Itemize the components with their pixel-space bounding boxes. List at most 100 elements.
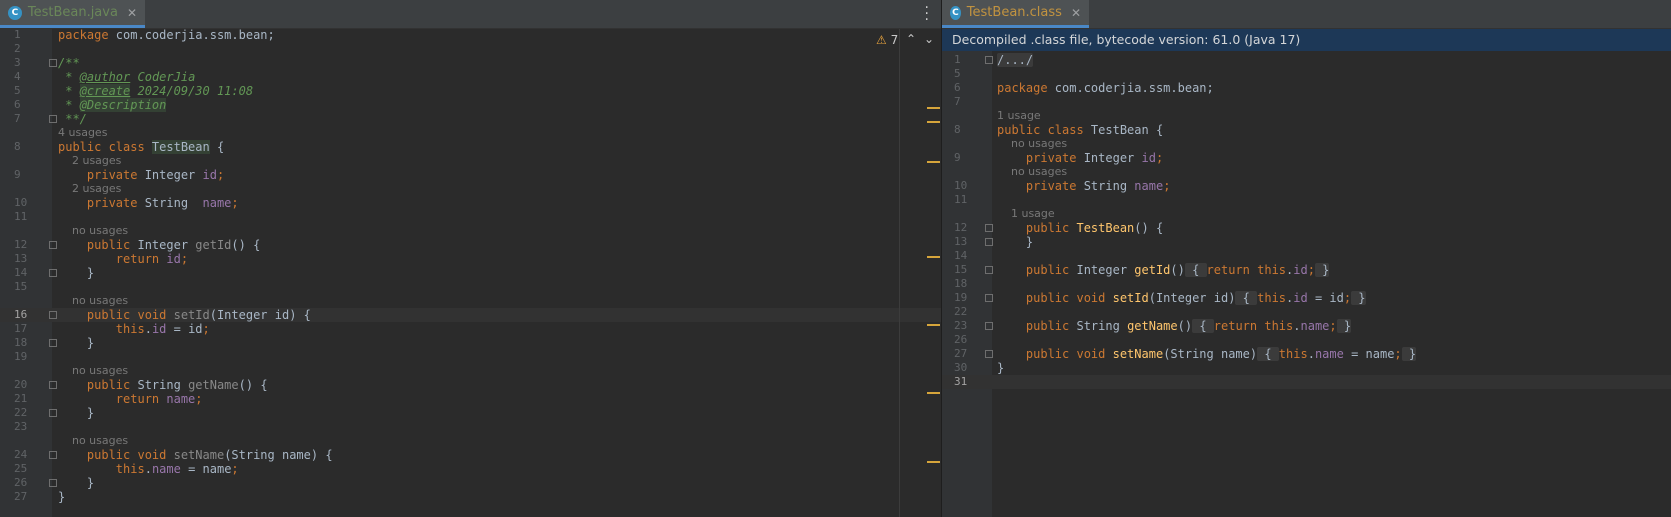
code-line[interactable]: 2 (0, 42, 941, 56)
usages-hint[interactable]: no usages (58, 434, 128, 448)
code-line[interactable]: 7 **/ (0, 112, 941, 126)
code-line[interactable]: 14 } (0, 266, 941, 280)
usages-hint[interactable]: no usages (58, 364, 128, 378)
usages-hint[interactable]: no usages (58, 224, 128, 238)
code-line[interactable]: 12 public TestBean() { (942, 221, 1671, 235)
warning-marker[interactable] (927, 392, 940, 394)
usages-hint[interactable]: 1 usage (997, 109, 1041, 123)
code-area[interactable]: 1 /.../ 5 6 package com.coderjia.ssm.bean; 7 1… (942, 53, 1671, 389)
tab-testbean-java[interactable]: C TestBean.java ✕ (0, 0, 145, 28)
code-line[interactable]: 12 public Integer getId() { (0, 238, 941, 252)
code-line[interactable]: 8 public class TestBean { (942, 123, 1671, 137)
fold-toggle-icon[interactable] (985, 322, 993, 330)
fold-toggle-icon[interactable] (985, 238, 993, 246)
warning-marker[interactable] (927, 256, 940, 258)
fold-toggle-icon[interactable] (49, 269, 57, 277)
usages-hint[interactable]: 4 usages (58, 126, 107, 140)
code-line[interactable]: 6 package com.coderjia.ssm.bean; (942, 81, 1671, 95)
inlay-usages-hint[interactable]: 2 usages (0, 154, 941, 168)
code-line[interactable]: 15 public Integer getId() { return this.… (942, 263, 1671, 277)
usages-hint[interactable]: no usages (58, 294, 128, 308)
inlay-usages-hint[interactable]: 2 usages (0, 182, 941, 196)
fold-toggle-icon[interactable] (49, 59, 57, 67)
code-line[interactable]: 24 public void setName(String name) { (0, 448, 941, 462)
scrollbar[interactable] (899, 29, 900, 517)
code-line[interactable]: 22 } (0, 406, 941, 420)
warning-marker[interactable] (927, 461, 940, 463)
code-line[interactable]: 3 /** (0, 56, 941, 70)
code-line[interactable]: 18 } (0, 336, 941, 350)
code-line[interactable]: 11 (942, 193, 1671, 207)
usages-hint[interactable]: 2 usages (58, 154, 121, 168)
code-line[interactable]: 23 (0, 420, 941, 434)
code-line[interactable]: 15 (0, 280, 941, 294)
chevron-up-icon[interactable]: ⌃ (906, 32, 916, 46)
code-line[interactable]: 23 public String getName() { return this… (942, 319, 1671, 333)
inlay-usages-hint[interactable]: no usages (942, 165, 1671, 179)
code-line[interactable]: 26 (942, 333, 1671, 347)
code-line[interactable]: 5 (942, 67, 1671, 81)
code-line[interactable]: 16 public void setId(Integer id) { (0, 308, 941, 322)
code-line[interactable]: 19 (0, 350, 941, 364)
code-line[interactable]: 7 (942, 95, 1671, 109)
code-line[interactable]: 11 (0, 210, 941, 224)
fold-toggle-icon[interactable] (49, 115, 57, 123)
inlay-usages-hint[interactable]: no usages (942, 137, 1671, 151)
fold-toggle-icon[interactable] (985, 224, 993, 232)
inlay-usages-hint[interactable]: no usages (0, 434, 941, 448)
usages-hint[interactable]: 2 usages (58, 182, 121, 196)
code-line[interactable]: 10 private String name; (942, 179, 1671, 193)
inlay-usages-hint[interactable]: no usages (0, 294, 941, 308)
inlay-usages-hint[interactable]: no usages (0, 364, 941, 378)
usages-hint[interactable]: 1 usage (997, 207, 1055, 221)
code-line[interactable]: 26 } (0, 476, 941, 490)
code-line[interactable]: 10 private String name; (0, 196, 941, 210)
warning-marker[interactable] (927, 161, 940, 163)
inlay-usages-hint[interactable]: 1 usage (942, 109, 1671, 123)
warning-marker[interactable] (927, 121, 940, 123)
fold-toggle-icon[interactable] (49, 339, 57, 347)
code-line[interactable]: 5 * @create 2024/09/30 11:08 (0, 84, 941, 98)
fold-toggle-icon[interactable] (49, 311, 57, 319)
inlay-usages-hint[interactable]: no usages (0, 224, 941, 238)
usages-hint[interactable]: no usages (997, 165, 1067, 179)
inlay-usages-hint[interactable]: 4 usages (0, 126, 941, 140)
code-line[interactable]: 30} (942, 361, 1671, 375)
fold-toggle-icon[interactable] (985, 56, 993, 64)
code-line[interactable]: 17 this.id = id; (0, 322, 941, 336)
code-line[interactable]: 4 * @author CoderJia (0, 70, 941, 84)
code-line[interactable]: 31 (942, 375, 1671, 389)
code-area[interactable]: 1 package com.coderjia.ssm.bean; 2 3/** 4 * … (0, 28, 941, 504)
fold-toggle-icon[interactable] (49, 479, 57, 487)
close-icon[interactable]: ✕ (1071, 6, 1081, 20)
code-line[interactable]: 18 (942, 277, 1671, 291)
code-line[interactable]: 21 return name; (0, 392, 941, 406)
code-line[interactable]: 27 public void setName(String name) { th… (942, 347, 1671, 361)
inspection-widget[interactable]: ⚠ 7 (876, 33, 898, 47)
fold-toggle-icon[interactable] (49, 381, 57, 389)
fold-toggle-icon[interactable] (49, 409, 57, 417)
code-line[interactable]: 19 public void setId(Integer id) { this.… (942, 291, 1671, 305)
code-line[interactable]: 20 public String getName() { (0, 378, 941, 392)
code-line[interactable]: 27} (0, 490, 941, 504)
usages-hint[interactable]: no usages (997, 137, 1067, 151)
warning-marker[interactable] (927, 107, 940, 109)
fold-toggle-icon[interactable] (985, 294, 993, 302)
code-line[interactable]: 6 * @Description (0, 98, 941, 112)
chevron-down-icon[interactable]: ⌄ (924, 32, 934, 46)
close-icon[interactable]: ✕ (127, 6, 137, 20)
code-line[interactable]: 14 (942, 249, 1671, 263)
more-options-icon[interactable]: · · · (925, 1, 929, 27)
code-line[interactable]: 13 return id; (0, 252, 941, 266)
code-line[interactable]: 22 (942, 305, 1671, 319)
code-line[interactable]: 9 private Integer id; (0, 168, 941, 182)
inlay-usages-hint[interactable]: 1 usage (942, 207, 1671, 221)
fold-toggle-icon[interactable] (49, 451, 57, 459)
fold-toggle-icon[interactable] (985, 350, 993, 358)
code-line[interactable]: 1 package com.coderjia.ssm.bean; (0, 28, 941, 42)
code-line[interactable]: 25 this.name = name; (0, 462, 941, 476)
code-line[interactable]: 9 private Integer id; (942, 151, 1671, 165)
warning-marker[interactable] (927, 324, 940, 326)
code-line[interactable]: 1 /.../ (942, 53, 1671, 67)
code-line[interactable]: 13 } (942, 235, 1671, 249)
